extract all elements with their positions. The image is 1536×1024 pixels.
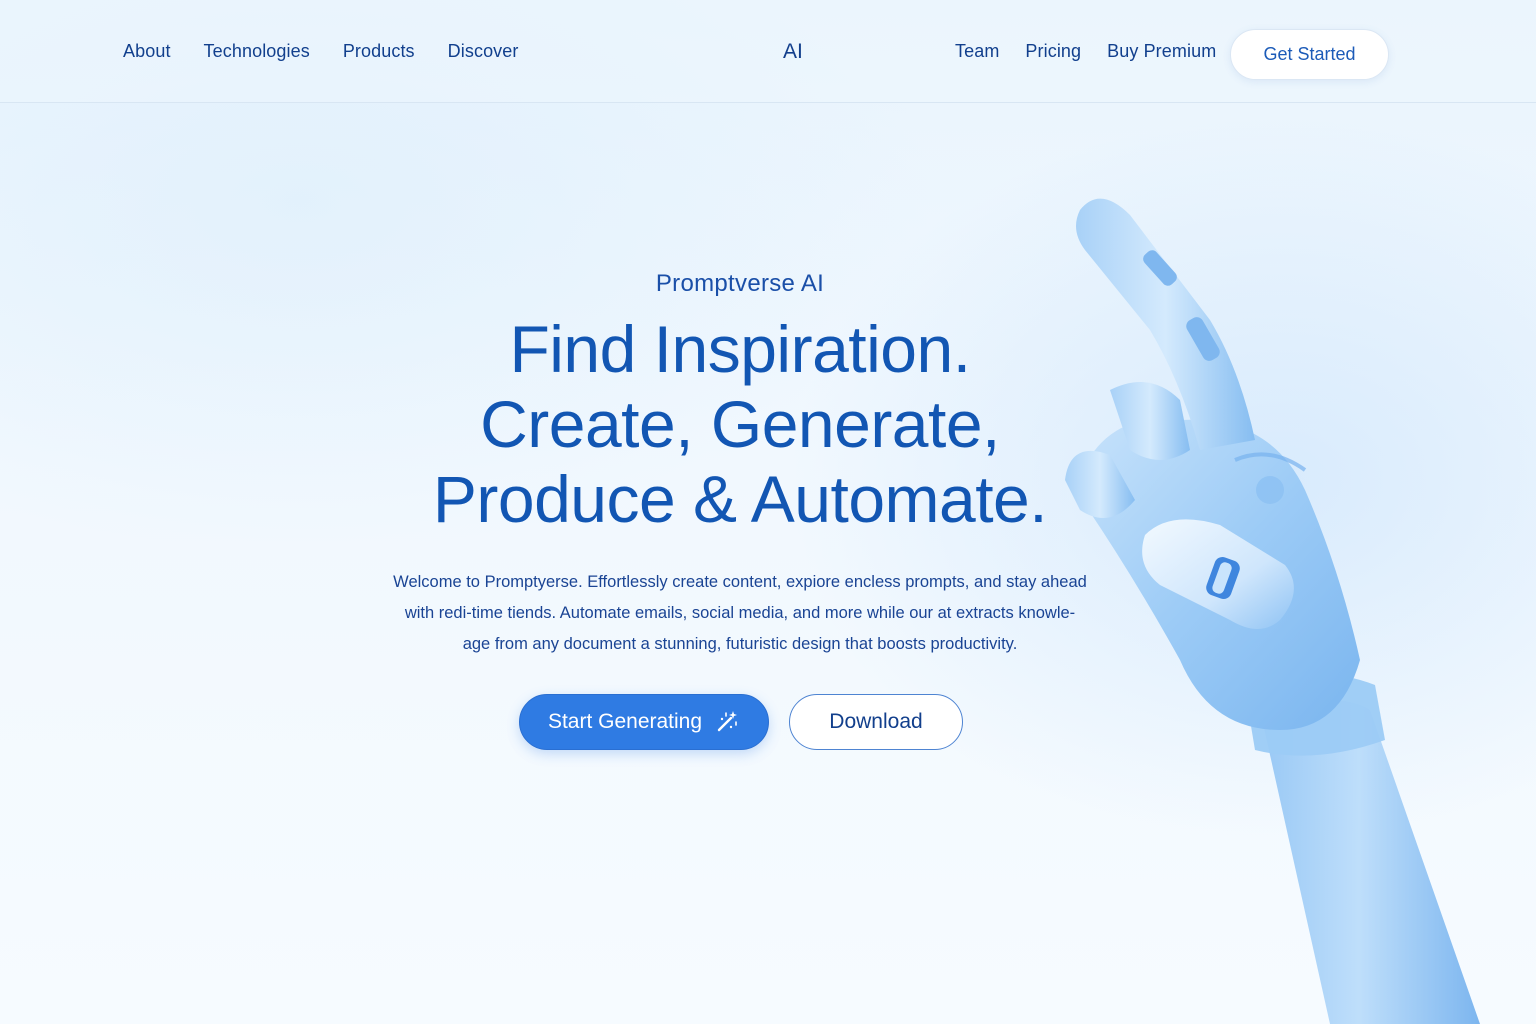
hero-description: Welcome to Promptyerse. Effortlessly cre… xyxy=(380,567,1100,660)
description-line-2: with redi-time tiends. Automate emails, … xyxy=(404,604,1076,622)
nav-link-buy-premium[interactable]: Buy Premium xyxy=(1107,41,1216,62)
download-button[interactable]: Download xyxy=(789,694,963,750)
brand-logo[interactable]: AI xyxy=(783,0,803,103)
headline-line-3: Produce & Automate. xyxy=(432,462,1048,536)
hero-section: Promptverse AI Find Inspiration. Create,… xyxy=(360,270,1120,660)
description-line-3: age from any document a stunning, futuri… xyxy=(462,635,1018,653)
nav-link-technologies[interactable]: Technologies xyxy=(204,41,310,62)
nav-link-products[interactable]: Products xyxy=(343,41,415,62)
hero-eyebrow: Promptverse AI xyxy=(655,270,825,297)
nav-link-pricing[interactable]: Pricing xyxy=(1025,41,1081,62)
start-generating-label: Start Generating xyxy=(547,710,703,733)
hero-headline: Find Inspiration. Create, Generate, Prod… xyxy=(360,312,1120,537)
nav-link-about[interactable]: About xyxy=(123,41,171,62)
top-navbar: About Technologies Products Discover AI … xyxy=(0,0,1536,103)
nav-link-discover[interactable]: Discover xyxy=(448,41,519,62)
nav-left-group: About Technologies Products Discover xyxy=(123,0,552,103)
headline-line-2: Create, Generate, xyxy=(480,387,1000,461)
nav-right-group: Team Pricing Buy Premium xyxy=(955,0,1242,103)
start-generating-button[interactable]: Start Generating xyxy=(519,694,769,750)
description-line-1: Welcome to Promptyerse. Effortlessly cre… xyxy=(393,573,1087,591)
get-started-button[interactable]: Get Started xyxy=(1230,29,1389,80)
magic-wand-icon xyxy=(717,711,738,732)
nav-link-team[interactable]: Team xyxy=(955,41,999,62)
hero-cta-row: Start Generating Download xyxy=(519,694,963,750)
headline-line-1: Find Inspiration. xyxy=(509,312,971,386)
